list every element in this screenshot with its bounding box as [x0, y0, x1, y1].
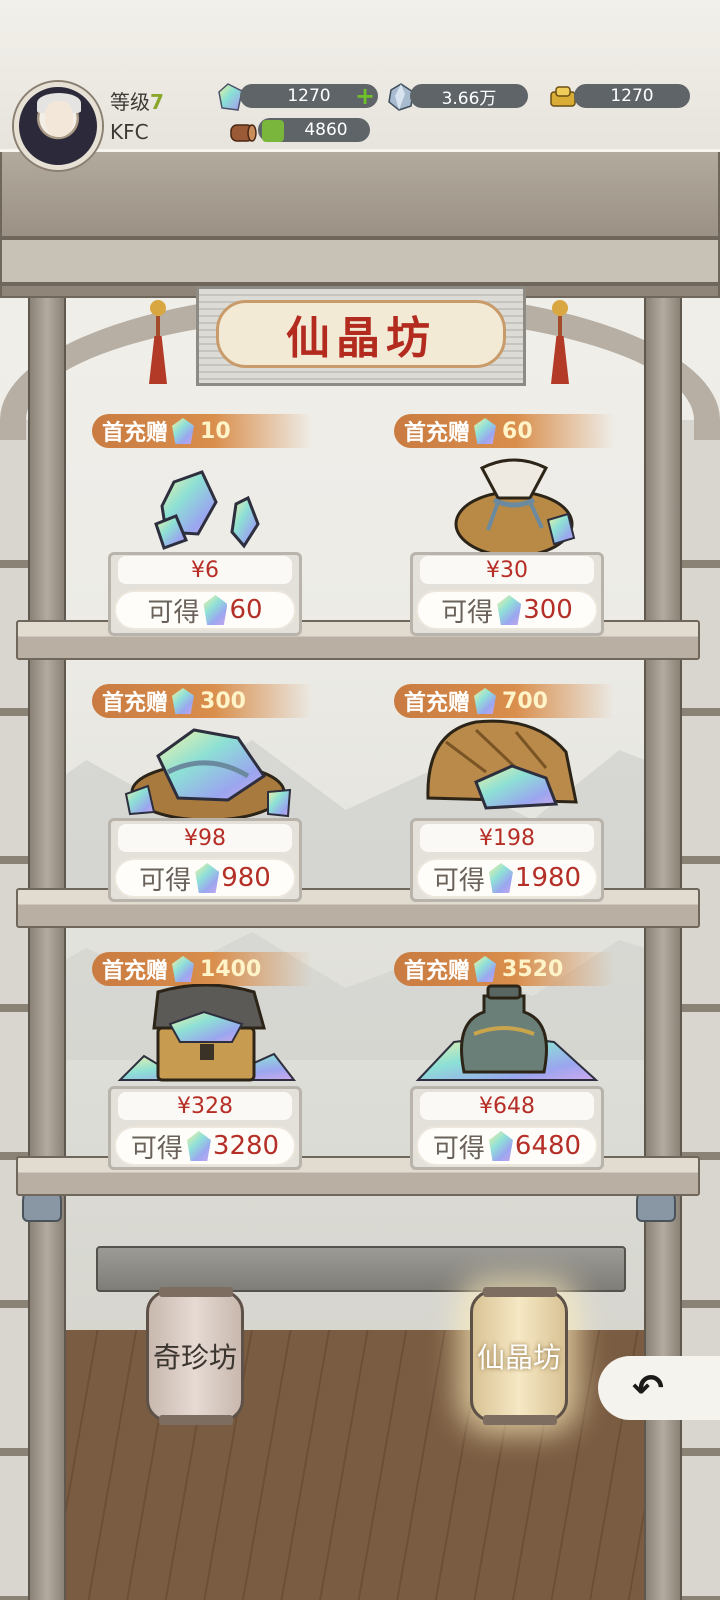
background-table [96, 1246, 626, 1292]
first-charge-bonus: 首充赠 10 [92, 414, 312, 448]
price-label: ¥328 [118, 1092, 292, 1120]
crystal-icon [474, 688, 497, 714]
get-amount: 可得 1980 [416, 858, 598, 898]
add-crystal-button[interactable]: + [355, 84, 375, 108]
shop-title: 仙晶坊 [216, 300, 506, 368]
price-label: ¥30 [420, 556, 594, 584]
player-name: KFC [110, 120, 149, 144]
left-window-lattice [0, 420, 28, 1600]
get-amount: 可得 6480 [416, 1126, 598, 1166]
wood-log-icon [230, 124, 257, 142]
first-charge-bonus: 首充赠 60 [394, 414, 614, 448]
crystal-icon [497, 595, 522, 625]
get-amount: 可得 980 [114, 858, 296, 898]
player-avatar[interactable] [14, 82, 102, 170]
first-charge-bonus: 首充赠 3520 [394, 952, 614, 986]
tassel-icon [550, 300, 570, 390]
crystal-icon [488, 1131, 513, 1161]
left-pillar [28, 298, 66, 1600]
tab-treasure-shop[interactable]: 奇珍坊 [146, 1287, 244, 1425]
price-label: ¥198 [420, 824, 594, 852]
price-label: ¥648 [420, 1092, 594, 1120]
tassel-icon [148, 300, 168, 390]
wood-bar-fill [262, 120, 284, 142]
open-crystal-sack-icon [124, 728, 292, 822]
crystal-icon [195, 863, 220, 893]
first-charge-bonus: 首充赠 1400 [92, 952, 312, 986]
crystal-urn-icon [415, 984, 599, 1081]
tab-crystal-shop[interactable]: 仙晶坊 [470, 1287, 568, 1425]
right-window-lattice [682, 420, 720, 1600]
crystal-icon [172, 956, 195, 982]
treasure-chest-icon [117, 984, 297, 1082]
get-amount: 可得 60 [114, 590, 296, 630]
price-label: ¥98 [118, 824, 292, 852]
crystal-icon [488, 863, 513, 893]
price-label: ¥6 [118, 556, 292, 584]
player-level: 等级7 [110, 90, 164, 114]
get-amount: 可得 3280 [114, 1126, 296, 1166]
crystal-icon [474, 418, 497, 444]
back-button[interactable]: ↶ [598, 1356, 720, 1420]
tab-treasure-label: 奇珍坊 [152, 1341, 237, 1374]
ore-amount: 3.66万 [410, 84, 528, 109]
roof-beam-lower [0, 238, 720, 284]
gold-amount: 1270 [574, 84, 690, 108]
crystal-pouch-icon [454, 458, 576, 558]
roof-beam [0, 150, 720, 238]
tab-crystal-label: 仙晶坊 [476, 1341, 561, 1374]
crystal-icon [203, 595, 228, 625]
first-charge-bonus: 首充赠 300 [92, 684, 312, 718]
crystal-icon [186, 1131, 211, 1161]
back-arrow-icon: ↶ [632, 1366, 664, 1410]
large-crystal-bag-icon [426, 719, 578, 810]
crystal-icon [172, 688, 195, 714]
crystal-icon [474, 956, 497, 982]
crystal-icon [172, 418, 195, 444]
get-amount: 可得 300 [416, 590, 598, 630]
